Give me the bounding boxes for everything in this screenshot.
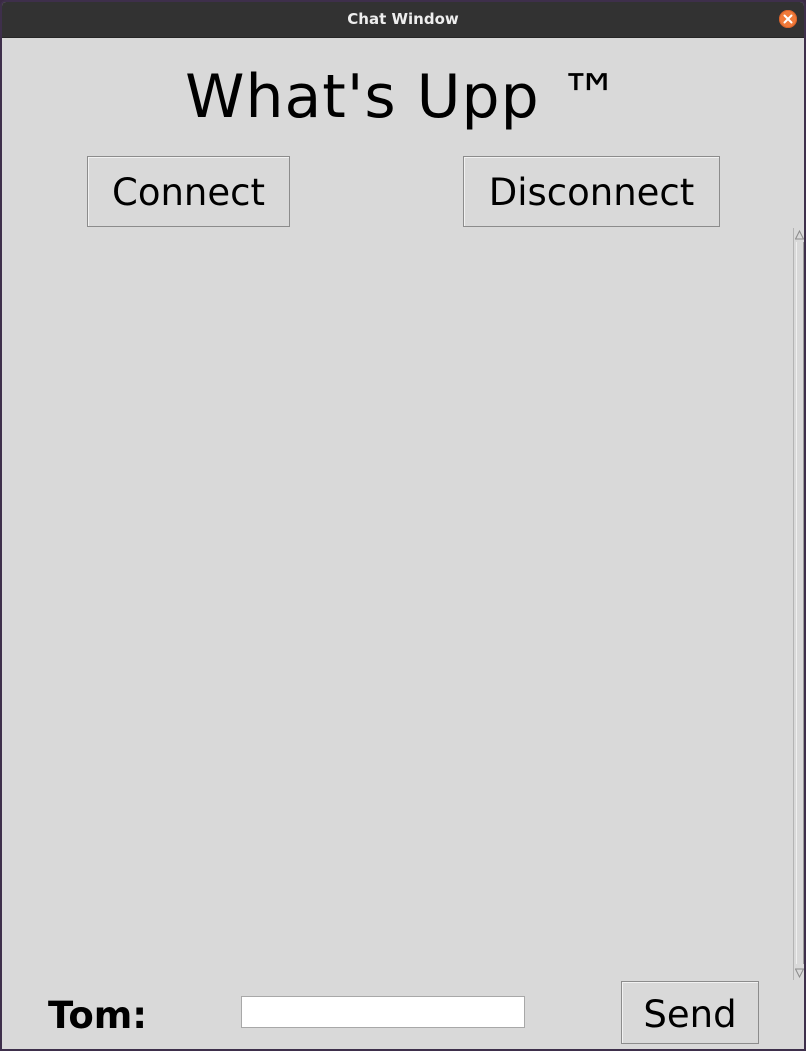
close-icon [783, 14, 793, 24]
window-title: Chat Window [347, 10, 459, 28]
triangle-down-icon[interactable] [795, 968, 804, 978]
close-window-button[interactable] [779, 10, 797, 28]
send-button[interactable]: Send [621, 981, 759, 1044]
triangle-up-icon[interactable] [795, 230, 804, 240]
chat-scrollbar[interactable] [793, 228, 804, 980]
app-heading: What's Upp ™ [185, 62, 621, 132]
scrollbar-thumb[interactable] [796, 242, 804, 964]
chat-window: Chat Window What's Upp ™ Connect Disconn… [0, 0, 806, 1051]
chat-messages-area[interactable] [4, 230, 792, 978]
connect-button[interactable]: Connect [87, 156, 290, 227]
disconnect-button[interactable]: Disconnect [463, 156, 720, 227]
title-bar[interactable]: Chat Window [2, 2, 804, 38]
username-label: Tom: [48, 994, 148, 1037]
message-input[interactable] [241, 996, 525, 1028]
